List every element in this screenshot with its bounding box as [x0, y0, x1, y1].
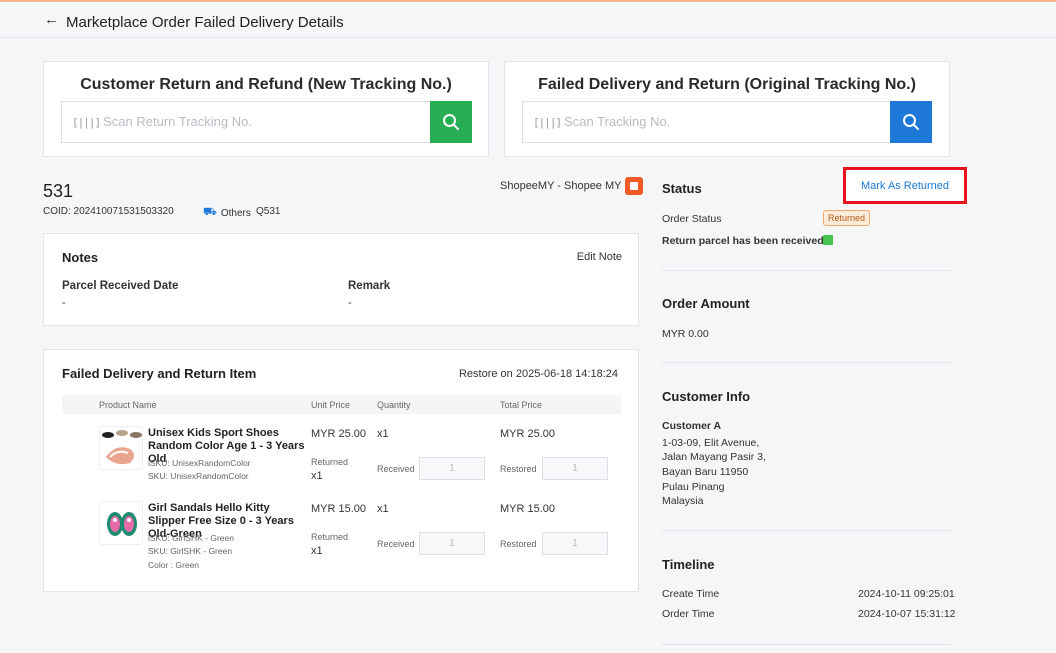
order-amount-value: MYR 0.00	[662, 328, 709, 340]
remark-label: Remark	[348, 280, 391, 292]
column-unit-price: Unit Price	[311, 400, 351, 410]
scan-return-card: Customer Return and Refund (New Tracking…	[43, 61, 489, 157]
search-icon	[903, 114, 919, 130]
received-label: Received	[377, 539, 415, 549]
items-card: Failed Delivery and Return Item Restore …	[43, 349, 639, 592]
shipping-method: ⛟ Others	[203, 206, 251, 220]
create-time-label: Create Time	[662, 588, 720, 600]
product-color: Color : Green	[148, 560, 200, 570]
address-line: Bayan Baru 11950	[662, 466, 749, 478]
notes-card: Notes Edit Note Parcel Received Date - R…	[43, 233, 639, 326]
order-number: 531	[43, 181, 74, 201]
remark-value: -	[348, 297, 352, 309]
column-quantity: Quantity	[377, 400, 411, 410]
unit-price: MYR 25.00	[311, 428, 367, 440]
restored-input[interactable]: 1	[542, 457, 608, 480]
scan-return-input[interactable]: [|||] Scan Return Tracking No.	[61, 101, 431, 143]
received-check-icon	[823, 235, 833, 245]
address-line: Malaysia	[662, 495, 704, 507]
column-total-price: Total Price	[500, 400, 543, 410]
order-amount-title: Order Amount	[662, 296, 750, 311]
customer-info-title: Customer Info	[662, 389, 751, 404]
timeline-title: Timeline	[662, 557, 715, 572]
mark-as-returned-button[interactable]: Mark As Returned	[843, 167, 967, 204]
address-line: Pulau Pinang	[662, 481, 725, 493]
quantity: x1	[377, 428, 389, 440]
status-badge: Returned	[823, 210, 871, 226]
product-sku: SKU: GirlSHK - Green	[148, 546, 233, 556]
product-sku: SKU: UnisexRandomColor	[148, 471, 249, 481]
product-image	[99, 501, 143, 545]
top-bar: ← Marketplace Order Failed Delivery Deta…	[0, 0, 1056, 38]
parcel-received-label: Parcel Received Date	[62, 280, 179, 292]
product-isku: iSKU: GirlSHK - Green	[148, 533, 234, 543]
scan-return-placeholder: Scan Return Tracking No.	[103, 114, 252, 129]
restored-input[interactable]: 1	[542, 532, 608, 555]
parcel-received-value: -	[62, 297, 66, 309]
barcode-icon: [|||]	[72, 116, 101, 129]
shopee-logo-icon	[625, 177, 644, 195]
order-status-label: Order Status	[662, 213, 722, 225]
scan-original-placeholder: Scan Tracking No.	[564, 114, 671, 129]
address-line: Jalan Mayang Pasir 3,	[662, 451, 766, 463]
received-input[interactable]: 1	[419, 457, 485, 480]
coid-text: COID: 202410071531503320	[43, 206, 174, 217]
product-isku: iSKU: UnisexRandomColor	[148, 458, 251, 468]
q-number: Q531	[256, 206, 281, 217]
restored-label: Restored	[500, 539, 537, 549]
column-product-name: Product Name	[99, 400, 157, 410]
items-title: Failed Delivery and Return Item	[62, 366, 257, 381]
back-arrow-icon[interactable]: ←	[44, 11, 59, 28]
received-input[interactable]: 1	[419, 532, 485, 555]
divider	[662, 270, 951, 271]
scan-return-search-button[interactable]	[430, 101, 472, 143]
scan-original-search-button[interactable]	[890, 101, 932, 143]
order-time-label: Order Time	[662, 608, 715, 620]
product-image	[99, 426, 143, 470]
shop-label: ShopeeMY - Shopee MY	[500, 180, 622, 192]
total-price: MYR 15.00	[500, 503, 556, 515]
divider	[662, 530, 951, 531]
items-table-header: Product Name Unit Price Quantity Total P…	[62, 395, 621, 414]
scan-original-card: Failed Delivery and Return (Original Tra…	[504, 61, 950, 157]
returned-label: Returned	[311, 532, 349, 542]
shipping-label: Others	[220, 207, 251, 219]
shop-name: ShopeeMY - Shopee MY	[500, 177, 644, 195]
page-title: Marketplace Order Failed Delivery Detail…	[66, 14, 344, 31]
returned-qty: x1	[311, 545, 323, 557]
quantity: x1	[377, 503, 389, 515]
total-price: MYR 25.00	[500, 428, 556, 440]
restore-text: Restore on 2025-06-18 14:18:24	[458, 368, 618, 380]
edit-note-button[interactable]: Edit Note	[577, 251, 622, 263]
unit-price: MYR 15.00	[311, 503, 367, 515]
divider	[662, 362, 951, 363]
address-line: 1-03-09, Elit Avenue,	[662, 437, 760, 449]
scan-return-title: Customer Return and Refund (New Tracking…	[80, 76, 452, 93]
received-label: Received	[377, 464, 415, 474]
customer-name: Customer A	[662, 420, 722, 432]
create-time-value: 2024-10-11 09:25:01	[858, 588, 955, 600]
status-title: Status	[662, 181, 702, 196]
barcode-icon: [|||]	[533, 116, 562, 129]
order-time-value: 2024-10-07 15:31:12	[858, 608, 956, 620]
parcel-received-status-label: Return parcel has been received	[662, 235, 824, 247]
returned-qty: x1	[311, 470, 323, 482]
scan-original-input[interactable]: [|||] Scan Tracking No.	[522, 101, 891, 143]
search-icon	[443, 114, 459, 130]
restored-label: Restored	[500, 464, 537, 474]
notes-title: Notes	[62, 250, 99, 265]
divider	[662, 644, 951, 645]
scan-original-title: Failed Delivery and Return (Original Tra…	[538, 76, 916, 93]
truck-icon: ⛟	[203, 206, 217, 218]
returned-label: Returned	[311, 457, 349, 467]
